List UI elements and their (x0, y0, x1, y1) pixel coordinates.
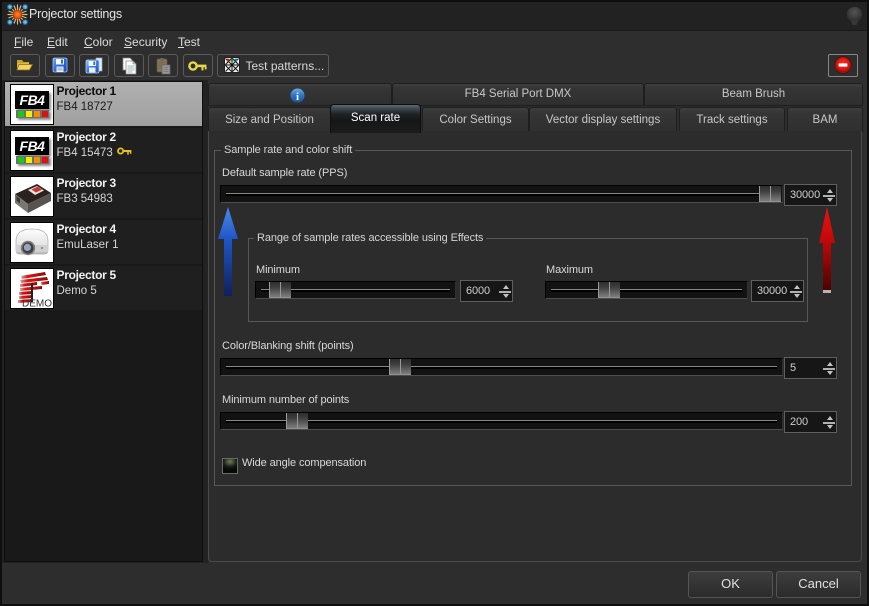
svg-text:i: i (296, 91, 299, 103)
svg-text:DEMO: DEMO (22, 299, 52, 309)
